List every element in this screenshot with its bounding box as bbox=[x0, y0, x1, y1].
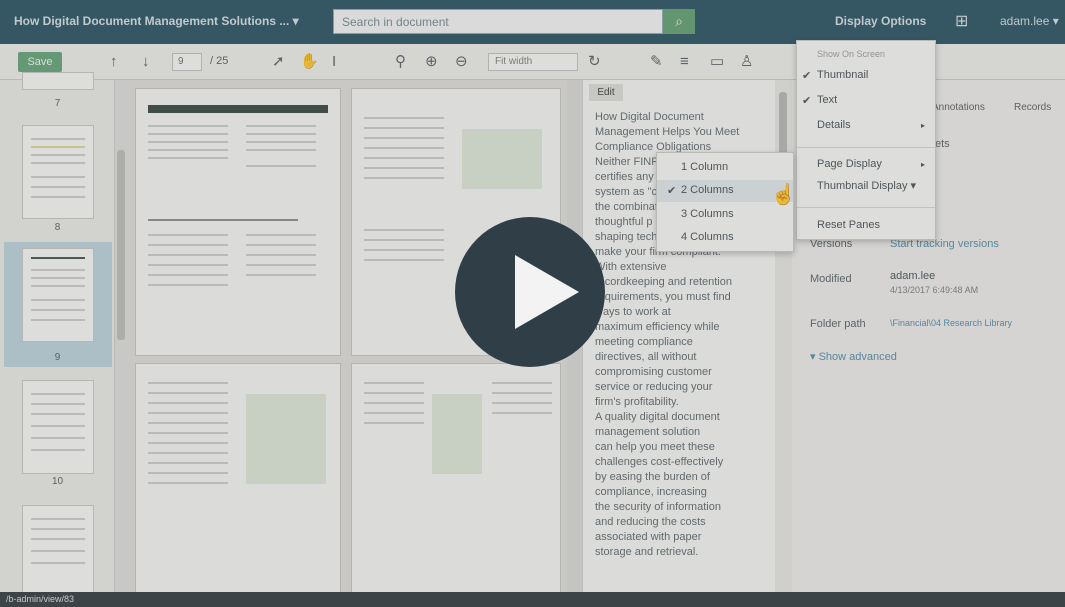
app-root: How Digital Document Management Solution… bbox=[0, 0, 1065, 607]
play-icon bbox=[515, 255, 579, 329]
status-bar: /b-admin/view/83 bbox=[0, 592, 1065, 607]
